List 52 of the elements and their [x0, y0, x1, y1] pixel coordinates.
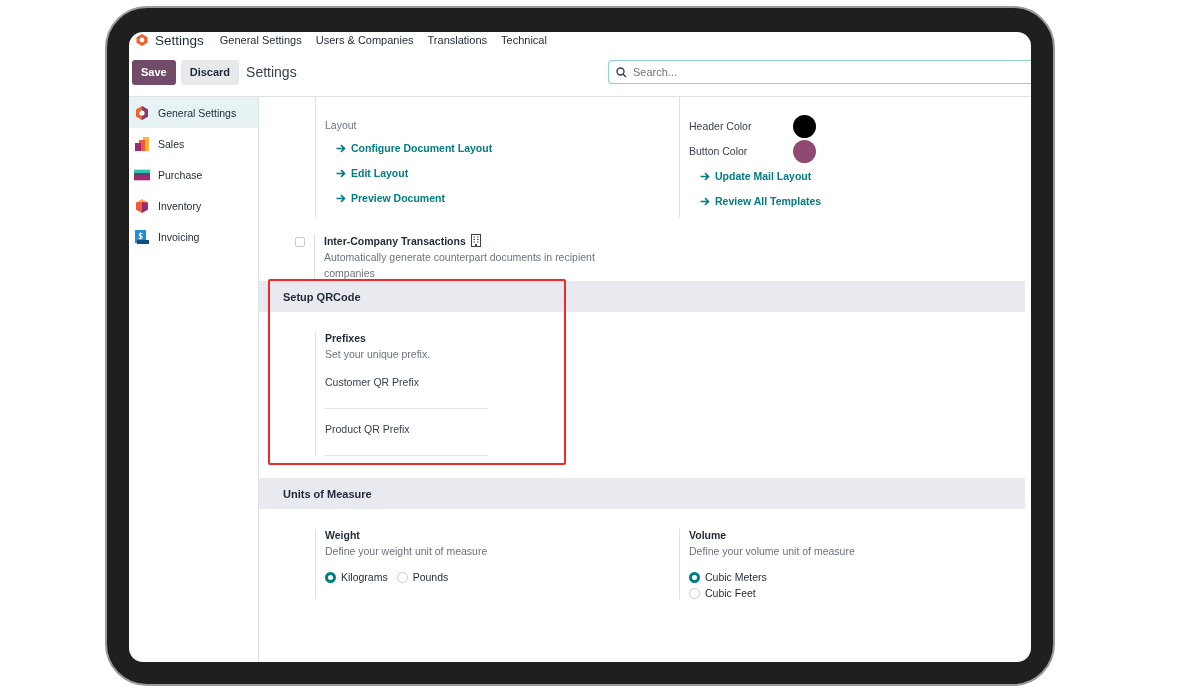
sidebar-item[interactable]: Purchase	[129, 159, 258, 190]
sidebar-item[interactable]: Sales	[129, 128, 258, 159]
page-title: Settings	[246, 64, 297, 80]
setting-title: Volume	[689, 529, 728, 541]
arrow-right-icon	[336, 168, 346, 178]
app-logo-icon[interactable]	[135, 33, 149, 47]
setting-description: Automatically generate counterpart documents in recipient companies	[324, 250, 596, 281]
save-button[interactable]: Save	[132, 59, 176, 85]
radio-option[interactable]: Cubic Meters	[689, 571, 1025, 583]
sidebar-item[interactable]: General Settings	[129, 97, 258, 128]
app-title[interactable]: Settings	[155, 32, 204, 48]
layout-label: Layout	[325, 119, 358, 131]
color-swatch[interactable]	[793, 139, 816, 163]
field-label: Customer QR Prefix	[325, 376, 420, 388]
bar-chart-icon	[134, 135, 150, 152]
setting-title: Inter-Company Transactions	[324, 234, 466, 247]
field-label: Product QR Prefix	[325, 423, 411, 435]
nav-menu-item[interactable]: General Settings	[219, 34, 302, 46]
action-link[interactable]: Edit Layout	[325, 167, 409, 179]
radio-option[interactable]: Cubic Feet	[689, 587, 1025, 599]
setting-title: Weight	[325, 529, 361, 541]
action-link[interactable]: Preview Document	[325, 192, 445, 204]
section-title: Setup QRCode	[283, 290, 361, 303]
checkbox[interactable]	[295, 237, 305, 247]
setting-description: Define your weight unit of measure	[325, 544, 489, 559]
search-field[interactable]: Search...	[608, 60, 1031, 84]
arrow-right-icon	[700, 196, 710, 206]
arrow-right-icon	[700, 171, 710, 181]
invoice-icon	[134, 228, 150, 245]
color-label: Header Color	[689, 120, 753, 132]
nav-menu-item[interactable]: Users & Companies	[315, 34, 414, 46]
hexagon-icon	[134, 104, 150, 121]
setting-description: Define your volume unit of measure	[689, 544, 856, 559]
sidebar-item[interactable]: Invoicing	[129, 221, 258, 252]
setting-title: Prefixes	[325, 332, 367, 344]
color-label: Button Color	[689, 145, 749, 157]
setting-description: Set your unique prefix.	[325, 347, 432, 362]
cube-icon	[134, 197, 150, 214]
sidebar-item[interactable]: Inventory	[129, 190, 258, 221]
action-link[interactable]: Configure Document Layout	[325, 142, 493, 154]
arrow-right-icon	[336, 193, 346, 203]
arrow-right-icon	[336, 143, 346, 153]
discard-button[interactable]: Discard	[180, 59, 240, 85]
action-link[interactable]: Update Mail Layout	[689, 170, 812, 182]
action-link[interactable]: Review All Templates	[689, 195, 822, 207]
radio-option[interactable]: Pounds	[396, 571, 449, 583]
nav-menu-item[interactable]: Technical	[501, 34, 547, 46]
building-icon	[470, 234, 481, 247]
radio-option[interactable]: Kilograms	[325, 571, 388, 583]
color-swatch[interactable]	[793, 114, 816, 138]
nav-menu-item[interactable]: Translations	[427, 34, 488, 46]
section-title: Units of Measure	[283, 487, 372, 500]
